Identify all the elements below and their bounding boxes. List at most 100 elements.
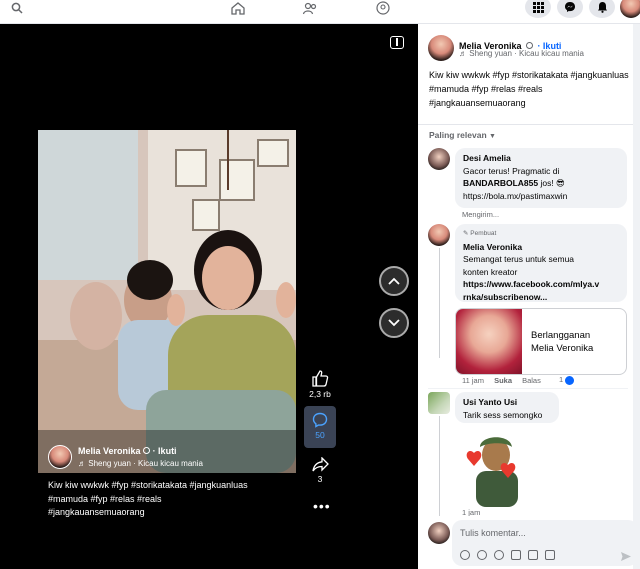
- notifications-bell-icon[interactable]: [589, 0, 615, 18]
- comment-action[interactable]: 50: [304, 406, 336, 448]
- share-action[interactable]: 3: [302, 456, 338, 484]
- caption-line: #mamuda #fyp #relas #reals: [48, 493, 162, 504]
- top-navigation-bar: [0, 0, 640, 24]
- current-user-avatar: [428, 522, 450, 544]
- music-note-icon: ♬: [78, 459, 86, 468]
- profile-avatar[interactable]: [620, 0, 640, 18]
- comment-text-line: Semangat terus untuk semua: [463, 254, 575, 264]
- comment-meta-row: 11 jam Suka Balas: [462, 376, 541, 385]
- globe-icon: [525, 42, 533, 49]
- comment-bubble: Desi Amelia Gacor terus! Pragmatic di BA…: [455, 148, 627, 208]
- creator-comment-bubble: ✎ Pembuat Melia Veronika Semangat terus …: [455, 224, 627, 302]
- like-action[interactable]: 2,3 rb: [302, 370, 338, 399]
- video-music-row: ♬ Sheng yuan · Kicau kicau mania: [78, 459, 203, 468]
- link-card-text: Berlangganan Melia Veronika: [531, 329, 593, 355]
- comment-text-line: konten kreator: [463, 266, 518, 277]
- thumbs-up-icon: [312, 370, 329, 387]
- comment-sort-dropdown[interactable]: Paling relevan ▼: [429, 130, 496, 140]
- share-arrow-icon: [311, 456, 329, 472]
- friends-icon[interactable]: [300, 0, 320, 16]
- comment-link-text[interactable]: https://bola.mx/pastimaxwin: [463, 190, 619, 203]
- panel-caption: Kiw kiw wwkwk #fyp #storikatakata #jangk…: [429, 70, 629, 108]
- video-author-name[interactable]: Melia Veronika: [78, 446, 141, 456]
- panel-author-avatar[interactable]: [428, 35, 454, 61]
- avatar-sticker-image: [462, 429, 524, 507]
- link-card-subtitle: Melia Veronika: [531, 343, 594, 354]
- comment-text-tail: jos! 😎: [540, 178, 565, 188]
- thread-line: [439, 416, 440, 516]
- comment-bold-text: BANDARBOLA855: [463, 178, 539, 188]
- sort-label: Paling relevan: [429, 130, 487, 140]
- commenter-avatar[interactable]: [428, 392, 450, 414]
- subscribe-link-card[interactable]: Berlangganan Melia Veronika: [455, 308, 627, 375]
- comment-reply-link[interactable]: Balas: [522, 376, 541, 385]
- menu-grid-icon[interactable]: [525, 0, 551, 18]
- gif-icon[interactable]: [528, 550, 538, 560]
- messenger-icon[interactable]: [557, 0, 583, 18]
- comment-link-text[interactable]: https://www.facebook.com/mlya.v: [463, 278, 619, 291]
- thread-line: [439, 248, 440, 358]
- divider-line: [428, 388, 628, 389]
- panel-music-text[interactable]: Sheng yuan · Kicau kicau mania: [469, 49, 584, 58]
- compose-tools: [460, 550, 555, 560]
- comment-sending-status: Mengirim...: [462, 210, 500, 219]
- next-reel-button[interactable]: [379, 308, 409, 338]
- commenter-name[interactable]: Usi Yanto Usi: [463, 396, 551, 409]
- comment-link-text[interactable]: rnka/subscribenow...: [463, 291, 619, 304]
- groups-icon[interactable]: [373, 0, 393, 16]
- commenter-name[interactable]: Melia Veronika: [463, 241, 619, 254]
- caption-line: Kiw kiw wwkwk #fyp #storikatakata #jangk…: [48, 480, 248, 490]
- creator-avatar[interactable]: [428, 224, 450, 246]
- search-icon[interactable]: [8, 0, 26, 16]
- like-count: 2,3 rb: [309, 389, 331, 399]
- comment-text-line: Tarik sess semongko: [463, 409, 543, 420]
- more-options-icon[interactable]: •••: [313, 499, 330, 513]
- panel-scrollbar[interactable]: [633, 24, 640, 569]
- send-icon[interactable]: [620, 549, 632, 567]
- commenter-name[interactable]: Desi Amelia: [463, 152, 619, 165]
- emoji-icon[interactable]: [494, 550, 504, 560]
- reaction-count-number: 1: [559, 375, 564, 384]
- comment-count: 50: [315, 430, 325, 440]
- panel-music-row: ♬ Sheng yuan · Kicau kicau mania: [459, 49, 639, 58]
- share-count: 3: [317, 474, 323, 484]
- comment-input-box[interactable]: Tulis komentar...: [452, 520, 638, 566]
- comment-text-line: Gacor terus! Pragmatic di: [463, 165, 560, 176]
- comment-input[interactable]: Tulis komentar...: [460, 528, 526, 538]
- comment-like-link[interactable]: Suka: [494, 376, 512, 385]
- home-icon[interactable]: [228, 0, 248, 16]
- chevron-up-icon: [388, 277, 400, 285]
- camera-icon[interactable]: [511, 550, 521, 560]
- video-author-avatar[interactable]: [48, 445, 72, 469]
- music-note-icon: ♬: [459, 49, 467, 58]
- sticker-icon[interactable]: [545, 550, 555, 560]
- fullscreen-toggle-icon[interactable]: [390, 36, 404, 49]
- comment-bubble-icon: [312, 412, 328, 428]
- comments-panel: Melia Veronika · Ikuti ♬ Sheng yuan · Ki…: [418, 24, 640, 569]
- video-follow-link[interactable]: · Ikuti: [153, 446, 177, 456]
- link-card-image: [456, 309, 522, 374]
- emoji-face-icon[interactable]: [477, 550, 487, 560]
- reel-viewer: Melia Veronika · Ikuti ♬ Sheng yuan · Ki…: [0, 24, 418, 569]
- author-badge: ✎ Pembuat: [463, 228, 619, 241]
- pencil-icon: ✎: [463, 230, 469, 237]
- video-author-row: Melia Veronika · Ikuti: [78, 446, 177, 456]
- caret-down-icon: ▼: [489, 133, 496, 140]
- video-scene-image: [38, 130, 296, 473]
- comment-time: 11 jam: [462, 376, 484, 385]
- like-reaction-icon: [565, 375, 575, 385]
- commenter-avatar[interactable]: [428, 148, 450, 170]
- video-music-text[interactable]: Sheng yuan · Kicau kicau mania: [88, 459, 203, 468]
- author-badge-text: Pembuat: [470, 230, 497, 237]
- reel-video-frame[interactable]: Melia Veronika · Ikuti ♬ Sheng yuan · Ki…: [38, 130, 296, 473]
- globe-icon: [143, 447, 151, 454]
- comment-text-line: BANDARBOLA855 jos! 😎: [463, 177, 619, 190]
- avatar-sticker-icon[interactable]: [460, 550, 470, 560]
- previous-reel-button[interactable]: [379, 266, 409, 296]
- reaction-count[interactable]: 1: [559, 375, 575, 385]
- chevron-down-icon: [388, 319, 400, 327]
- caption-line: #jangkauansemuaorang: [48, 507, 145, 517]
- video-caption: Kiw kiw wwkwk #fyp #storikatakata #jangk…: [48, 479, 308, 520]
- link-card-title: Berlangganan: [531, 330, 591, 341]
- comment-compose-area: Tulis komentar...: [418, 516, 640, 569]
